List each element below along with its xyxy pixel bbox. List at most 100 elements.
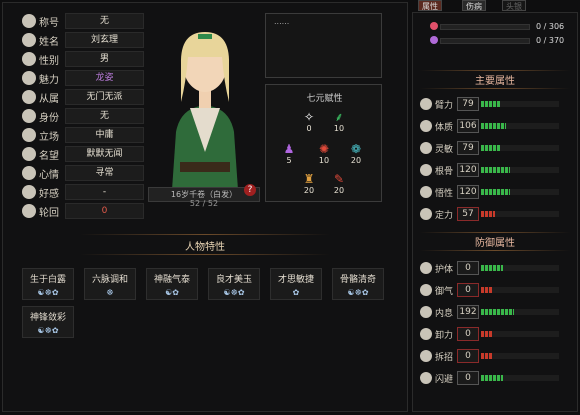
info-icon xyxy=(22,71,36,85)
trait-icons: ☯✿ xyxy=(165,288,179,297)
attr-value: 192 xyxy=(457,305,479,319)
trait-card[interactable]: 六脉调和 ☸ xyxy=(84,268,136,300)
trait-name: 才思敏捷 xyxy=(277,275,314,285)
note-box: ...... xyxy=(265,13,382,78)
element-item: ✧ 0 xyxy=(298,110,320,133)
attr-label: 拆招 xyxy=(435,352,454,363)
info-row: 立场 中庸 xyxy=(22,126,144,144)
element-icon: ✧ xyxy=(303,110,315,124)
trait-name: 六脉调和 xyxy=(91,275,128,285)
character-portrait xyxy=(150,12,260,190)
attr-row: 卸力 0 xyxy=(420,326,559,342)
attr-value: 0 xyxy=(457,261,479,275)
attr-label: 臂力 xyxy=(435,100,454,111)
info-value: 无 xyxy=(65,13,144,29)
tab-attributes[interactable]: 属性 xyxy=(418,0,442,11)
health-value: 0 / 306 xyxy=(536,22,565,31)
attr-value: 0 xyxy=(457,283,479,297)
main-attrs-title: 主要属性 xyxy=(475,76,515,87)
attr-row: 御气 0 xyxy=(420,282,559,298)
attr-bar-fill xyxy=(481,211,496,217)
info-label: 轮回 xyxy=(39,207,59,219)
trait-name: 神融气泰 xyxy=(153,275,190,285)
info-label: 身份 xyxy=(39,112,59,124)
attr-label: 卸力 xyxy=(435,330,454,341)
info-icon xyxy=(22,52,36,66)
attr-row: 闪避 0 xyxy=(420,370,559,386)
info-icon xyxy=(22,166,36,180)
trait-card[interactable]: 神锋敛彩 ☯☸✿ xyxy=(22,306,74,338)
trait-card[interactable]: 生于白露 ☯☸✿ xyxy=(22,268,74,300)
attr-label: 闪避 xyxy=(435,374,454,385)
help-icon[interactable]: ? xyxy=(244,184,256,196)
info-icon xyxy=(22,185,36,199)
divider xyxy=(420,70,570,71)
attr-bar xyxy=(481,211,559,217)
info-label: 性别 xyxy=(39,55,59,67)
attr-bar xyxy=(481,189,559,195)
attr-bar-fill xyxy=(481,145,501,151)
info-label: 魅力 xyxy=(39,74,59,86)
info-icon xyxy=(22,33,36,47)
info-label: 名望 xyxy=(39,150,59,162)
attr-row: 护体 0 xyxy=(420,260,559,276)
attr-bar-fill xyxy=(481,309,514,315)
tab-other[interactable]: 头银 xyxy=(502,0,526,11)
info-value: 无 xyxy=(65,108,144,124)
divider xyxy=(80,254,330,255)
trait-card[interactable]: 骨骼清奇 ☯☸✿ xyxy=(332,268,384,300)
info-value: 寻常 xyxy=(65,165,144,181)
attr-bar-fill xyxy=(481,375,503,381)
attr-icon xyxy=(420,142,432,154)
tab-injury[interactable]: 伤病 xyxy=(462,0,486,11)
attr-icon xyxy=(420,284,432,296)
info-row: 名望 默默无闻 xyxy=(22,145,144,163)
info-value: 刘玄理 xyxy=(65,32,144,48)
attr-icon xyxy=(420,164,432,176)
info-row: 身份无 xyxy=(22,107,144,125)
divider xyxy=(420,232,570,233)
attr-label: 悟性 xyxy=(435,188,454,199)
element-item: ♜ 20 xyxy=(298,172,320,195)
info-value: 无门无派 xyxy=(65,89,144,105)
attr-icon xyxy=(420,186,432,198)
info-list: 称号无姓名 刘玄理 性别男魅力 龙姿 从属 无门无派 身份无立场 中庸 名望 默默无闻 心情 寻常 好感… xyxy=(22,12,144,221)
attr-icon xyxy=(420,306,432,318)
trait-card[interactable]: 才思敏捷 ✿ xyxy=(270,268,322,300)
attr-bar xyxy=(481,353,559,359)
element-icon: ✎ xyxy=(333,172,345,186)
character-screen: 属性 伤病 头银 0 / 306 0 / 370 称号无姓名 刘玄理 性别男魅力 龙姿… xyxy=(0,0,580,415)
note-text: ...... xyxy=(274,17,290,26)
attr-value: 57 xyxy=(457,207,479,221)
element-item: ❁ 20 xyxy=(345,142,367,165)
info-row: 姓名 刘玄理 xyxy=(22,31,144,49)
info-label: 姓名 xyxy=(39,36,59,48)
attr-bar xyxy=(481,145,559,151)
attr-icon xyxy=(420,98,432,110)
trait-card[interactable]: 神融气泰 ☯✿ xyxy=(146,268,198,300)
info-icon xyxy=(22,128,36,142)
attr-bar-fill xyxy=(481,265,503,271)
health-track xyxy=(440,24,530,30)
attr-row: 体质 106 xyxy=(420,118,559,134)
attr-label: 内息 xyxy=(435,308,454,319)
trait-icons: ☯☸✿ xyxy=(37,326,59,335)
element-icon: ♜ xyxy=(303,172,315,186)
attr-row: 根骨 120 xyxy=(420,162,559,178)
trait-card[interactable]: 良才美玉 ☯☸✿ xyxy=(208,268,260,300)
attr-bar-fill xyxy=(481,287,493,293)
info-icon xyxy=(22,147,36,161)
attr-value: 120 xyxy=(457,185,479,199)
trait-icons: ☯☸✿ xyxy=(223,288,245,297)
element-value: 10 xyxy=(333,124,345,133)
attr-row: 悟性 120 xyxy=(420,184,559,200)
info-value: 中庸 xyxy=(65,127,144,143)
attr-icon xyxy=(420,262,432,274)
attr-icon xyxy=(420,328,432,340)
energy-track xyxy=(440,38,530,44)
attr-label: 根骨 xyxy=(435,166,454,177)
def-attrs-title: 防御属性 xyxy=(475,238,515,249)
traits-title: 人物特性 xyxy=(185,242,225,253)
attr-row: 拆招 0 xyxy=(420,348,559,364)
trait-name: 神锋敛彩 xyxy=(29,313,66,323)
